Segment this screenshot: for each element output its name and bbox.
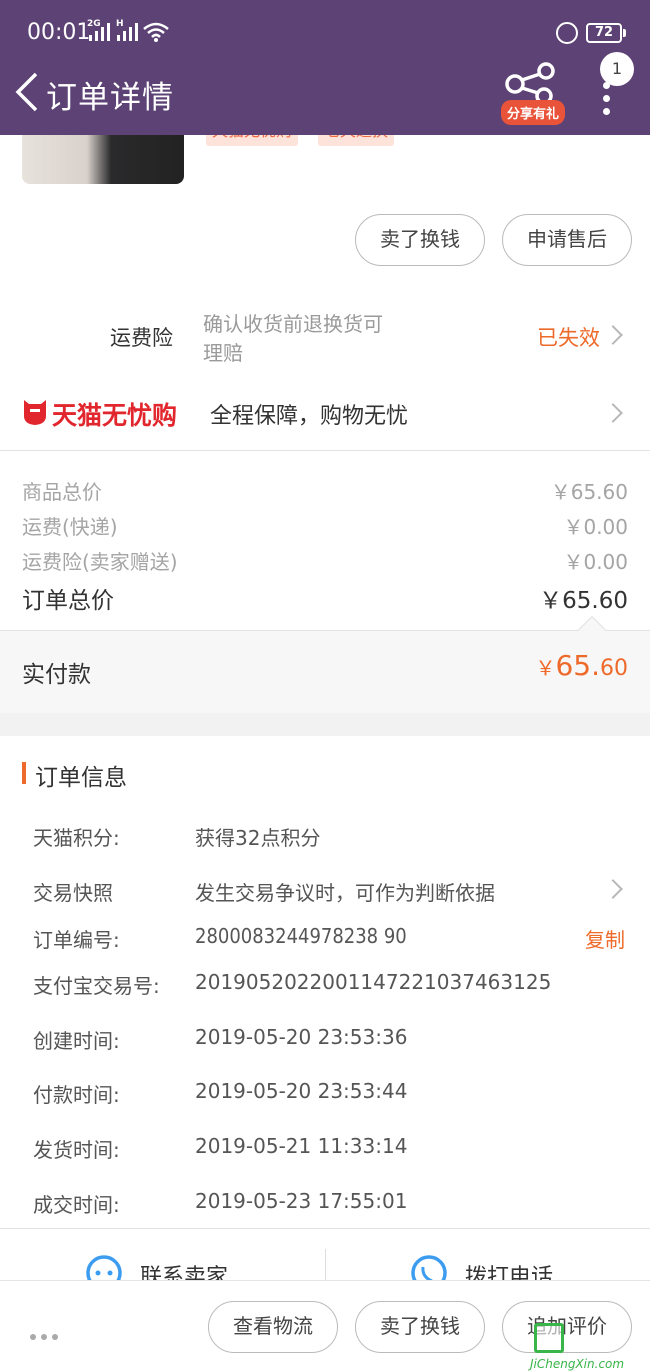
paid-value: ￥65.60 — [535, 649, 628, 682]
shipping-insurance-desc-1: 确认收货前退换货可 — [203, 312, 383, 336]
paid-label: 实付款 — [22, 662, 91, 688]
wifi-icon — [143, 22, 169, 42]
shipping-insurance-price-row: 运费险(卖家赠送) ￥0.00 — [22, 546, 628, 575]
paid-int: 65. — [555, 649, 600, 682]
points-value: 获得32点积分 — [195, 826, 321, 850]
alipay-number-label: 支付宝交易号: — [33, 974, 160, 998]
chevron-right-icon[interactable] — [603, 879, 623, 899]
apply-after-sale-button[interactable]: 申请售后 — [502, 214, 632, 266]
order-number-value: 2800083244978238 90 — [195, 924, 407, 948]
shipping-insurance-label: 运费险 — [110, 326, 173, 350]
network-type-1: 2G — [87, 19, 101, 29]
more-icon[interactable] — [30, 1325, 64, 1340]
status-bar: 00:01 2G H 72 — [0, 0, 650, 66]
view-logistics-button[interactable]: 查看物流 — [208, 1301, 338, 1353]
order-number-label: 订单编号: — [33, 928, 120, 952]
order-total-label: 订单总价 — [22, 588, 114, 614]
created-time-value: 2019-05-20 23:53:36 — [195, 1025, 408, 1049]
lock-icon — [556, 22, 578, 44]
shipping-insurance-price-value: ￥0.00 — [563, 550, 628, 574]
tmall-guarantee-text: 全程保障，购物无忧 — [210, 404, 409, 429]
share-reward-badge[interactable]: 分享有礼 — [501, 100, 566, 125]
shipping-insurance-row[interactable]: 运费险 确认收货前退换货可 理赔 已失效 — [0, 290, 650, 374]
order-total-row: 订单总价 ￥65.60 — [22, 581, 628, 615]
add-review-button[interactable]: 追加评价 — [502, 1301, 632, 1353]
closed-time-label: 成交时间: — [33, 1193, 120, 1217]
created-time-label: 创建时间: — [33, 1029, 120, 1053]
watermark-logo — [534, 1323, 564, 1353]
network-type-2: H — [116, 19, 124, 29]
back-arrow-icon[interactable] — [10, 70, 46, 114]
goods-total-row: 商品总价 ￥65.60 — [22, 476, 628, 505]
paid-currency: ￥ — [535, 656, 556, 680]
copy-button[interactable]: 复制 — [585, 924, 625, 953]
section-accent-bar — [22, 762, 26, 784]
shipping-insurance-desc-2: 理赔 — [203, 341, 243, 365]
alipay-number-value: 2019052022001147221037463125 — [195, 970, 552, 994]
order-info-title: 订单信息 — [35, 765, 127, 791]
chevron-right-icon — [603, 403, 623, 423]
tmall-guarantee-brand: 天猫无忧购 — [52, 401, 178, 430]
shipped-time-label: 发货时间: — [33, 1138, 120, 1162]
points-label: 天猫积分: — [33, 826, 120, 850]
shipped-time-value: 2019-05-21 11:33:14 — [195, 1134, 408, 1158]
goods-total-label: 商品总价 — [22, 480, 102, 504]
paid-time-value: 2019-05-20 23:53:44 — [195, 1079, 408, 1103]
shipping-row: 运费(快递) ￥0.00 — [22, 511, 628, 540]
watermark-text: JiChengXin.com — [530, 1357, 625, 1371]
snapshot-label: 交易快照 — [33, 881, 113, 905]
bottom-action-bar: 查看物流 卖了换钱 追加评价 JiChengXin.com — [0, 1280, 650, 1372]
notification-badge[interactable]: 1 — [600, 52, 634, 86]
status-time: 00:01 — [27, 20, 91, 45]
battery-tip — [623, 29, 626, 37]
order-info-section: 订单信息 天猫积分: 获得32点积分 交易快照 发生交易争议时，可作为判断依据 … — [0, 736, 650, 1228]
goods-total-value: ￥65.60 — [550, 480, 628, 504]
order-total-value: ￥65.60 — [539, 588, 628, 614]
chevron-right-icon — [603, 325, 623, 345]
page-title: 订单详情 — [46, 80, 174, 116]
price-summary: 商品总价 ￥65.60 运费(快递) ￥0.00 运费险(卖家赠送) ￥0.00… — [0, 451, 650, 631]
insurance-status: 已失效 — [537, 326, 600, 350]
sell-for-cash-button[interactable]: 卖了换钱 — [355, 214, 485, 266]
shipping-label: 运费(快递) — [22, 515, 118, 539]
sell-for-cash-bottom-button[interactable]: 卖了换钱 — [355, 1301, 485, 1353]
shipping-insurance-price-label: 运费险(卖家赠送) — [22, 550, 178, 574]
app-header: 00:01 2G H 72 订单详情 分享有礼 1 — [0, 0, 650, 135]
battery-icon: 72 — [586, 23, 622, 43]
paid-time-label: 付款时间: — [33, 1083, 120, 1107]
shipping-value: ￥0.00 — [563, 515, 628, 539]
paid-decimal: 60 — [600, 656, 628, 681]
paid-amount-row: 实付款 ￥65.60 — [0, 631, 650, 713]
closed-time-value: 2019-05-23 17:55:01 — [195, 1189, 408, 1213]
snapshot-value[interactable]: 发生交易争议时，可作为判断依据 — [195, 877, 495, 906]
tmall-cat-icon — [24, 400, 46, 425]
tmall-guarantee-row[interactable]: 天猫无忧购 全程保障，购物无忧 — [0, 374, 650, 450]
